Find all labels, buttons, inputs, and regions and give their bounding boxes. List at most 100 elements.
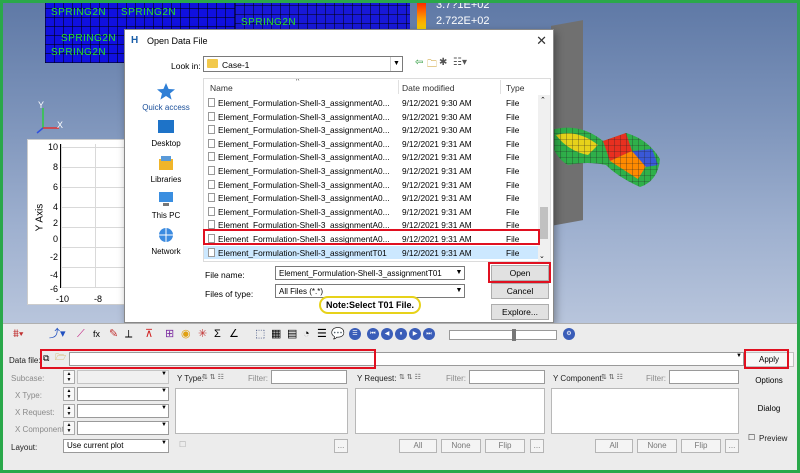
place-network[interactable]: Network (132, 226, 200, 256)
place-libraries[interactable]: Libraries (132, 154, 200, 184)
scroll-up-icon[interactable]: ⌃ (540, 96, 546, 104)
x-type-spinner[interactable]: ▲ ▼ (63, 387, 75, 401)
plot-type-icon[interactable]: ⩩▾ (13, 328, 24, 340)
tile-icon[interactable]: ▦ (271, 328, 281, 340)
column-date-header[interactable]: Date modified (402, 83, 454, 93)
highlight-data-file (40, 349, 376, 369)
x-request-select[interactable]: ▼ (77, 404, 169, 418)
y-request-none-button[interactable]: None (441, 439, 481, 453)
curve-icon[interactable]: ⤴▾ (49, 328, 66, 340)
file-name-input[interactable]: Element_Formulation-Shell-3_assignmentT0… (275, 266, 465, 280)
menu-circle-icon[interactable]: ☰ (349, 328, 361, 340)
x-type-select[interactable]: ▼ (77, 387, 169, 401)
chevron-down-icon[interactable]: ▼ (454, 285, 464, 297)
animation-slider[interactable] (449, 329, 557, 341)
color-wheel-icon[interactable]: ◉ (181, 328, 191, 340)
first-frame-icon[interactable]: ⏮ (367, 328, 379, 340)
chart-icon[interactable]: ◔ (303, 328, 310, 340)
file-row[interactable]: Element_Formulation-Shell-3_assignmentA0… (204, 137, 538, 151)
sum-icon[interactable]: Σ (214, 328, 221, 340)
file-row[interactable]: Element_Formulation-Shell-3_assignmentA0… (204, 123, 538, 137)
y-component-none-button[interactable]: None (637, 439, 677, 453)
y-component-flip-button[interactable]: Flip (681, 439, 721, 453)
sort-icons[interactable]: ⇅ ⇅ ☷ (399, 373, 421, 381)
table-icon[interactable]: ▤ (287, 328, 297, 340)
file-row[interactable]: Element_Formulation-Shell-3_assignmentA0… (204, 205, 538, 219)
y-component-filter-input[interactable] (669, 370, 739, 384)
notes-icon[interactable]: ⊼ (145, 328, 153, 340)
y-tick-label: -2 (49, 252, 58, 262)
pause-icon[interactable]: ⏸ (395, 328, 407, 340)
view-menu-icon[interactable]: ☷▾ (453, 57, 467, 68)
legend-icon[interactable]: ☰ (317, 328, 327, 340)
edit-curves-icon[interactable]: ✎ (109, 328, 118, 340)
file-row[interactable]: Element_Formulation-Shell-3_assignmentA0… (204, 96, 538, 110)
play-icon[interactable]: ▶ (409, 328, 421, 340)
file-row[interactable]: Element_Formulation-Shell-3_assignmentA0… (204, 164, 538, 178)
y-request-filter-input[interactable] (469, 370, 545, 384)
y-component-more-button[interactable]: ... (725, 439, 739, 453)
measure-icon[interactable]: ∠ (229, 328, 239, 340)
place-quick-access[interactable]: Quick access (132, 82, 200, 112)
scroll-down-icon[interactable]: ⌄ (539, 252, 545, 260)
file-name: Element_Formulation-Shell-3_assignmentT0… (218, 247, 387, 258)
math-icon[interactable]: fx (93, 328, 100, 340)
y-type-list[interactable] (175, 388, 348, 434)
y-request-list[interactable] (355, 388, 545, 434)
libraries-icon (159, 156, 173, 170)
new-folder-icon[interactable]: ✱ (439, 57, 447, 68)
y-type-more-button[interactable]: ... (334, 439, 348, 453)
preview-checkbox[interactable]: ☐ (748, 433, 755, 442)
file-row[interactable]: Element_Formulation-Shell-3_assignmentA0… (204, 150, 538, 164)
step-back-icon[interactable]: ◀ (381, 328, 393, 340)
layout-select[interactable]: Use current plot ▼ (63, 439, 169, 453)
chevron-down-icon[interactable]: ▼ (454, 267, 464, 279)
file-type: File (506, 152, 520, 163)
y-request-filter-label: Filter: (446, 374, 466, 383)
place-this-pc[interactable]: This PC (132, 190, 200, 220)
animation-settings-icon[interactable]: ⚙ (563, 328, 575, 340)
explore-button[interactable]: Explore... (491, 304, 549, 320)
file-row[interactable]: Element_Formulation-Shell-3_assignmentA0… (204, 191, 538, 205)
back-icon[interactable]: ⇦ (415, 57, 423, 68)
window-icon[interactable]: ⬚ (255, 328, 265, 340)
y-component-all-button[interactable]: All (595, 439, 633, 453)
column-name-header[interactable]: Name (210, 83, 233, 93)
y-request-more-button[interactable]: ... (530, 439, 544, 453)
up-folder-icon[interactable]: 🗀 (427, 57, 437, 74)
comment-icon[interactable]: 💬 (331, 328, 345, 340)
y-type-checkbox[interactable]: ☐ (179, 440, 186, 449)
cancel-button[interactable]: Cancel (491, 283, 549, 299)
file-icon (208, 125, 215, 135)
sort-icons[interactable]: ⇅ ⇅ ☷ (202, 373, 224, 381)
axes-icon[interactable]: ⊞ (165, 328, 174, 340)
y-request-flip-button[interactable]: Flip (485, 439, 525, 453)
build-plots-icon[interactable]: ⟋ (77, 328, 85, 340)
close-icon[interactable]: ✕ (536, 33, 547, 49)
subcase-label: Subcase: (11, 374, 45, 383)
y-request-all-button[interactable]: All (399, 439, 437, 453)
curve-attributes-icon[interactable]: ⟂ (125, 328, 132, 340)
x-request-spinner[interactable]: ▲ ▼ (63, 404, 75, 418)
column-type-header[interactable]: Type (506, 83, 524, 93)
file-row[interactable]: Element_Formulation-Shell-3_assignmentA0… (204, 110, 538, 124)
plot-toolbar: ⩩▾ ⤴▾ ⟋ fx ✎ ⟂ ⊼ ⊞ ◉ ✳ Σ ∠ ⬚ ▦ ▤ ◔ ☰ 💬 ☰… (3, 323, 797, 345)
x-component-select[interactable]: ▼ (77, 421, 169, 435)
datum-icon[interactable]: ✳ (198, 328, 207, 340)
file-row[interactable]: Element_Formulation-Shell-3_assignmentT0… (204, 245, 538, 260)
place-desktop[interactable]: Desktop (132, 118, 200, 148)
x-component-spinner[interactable]: ▲ ▼ (63, 421, 75, 435)
y-component-list[interactable] (551, 388, 739, 434)
subcase-select[interactable]: ▼ (77, 370, 169, 384)
file-row[interactable]: Element_Formulation-Shell-3_assignmentA0… (204, 178, 538, 192)
y-type-filter-input[interactable] (271, 370, 347, 384)
sort-icons[interactable]: ⇅ ⇅ ☷ (601, 373, 623, 381)
last-frame-icon[interactable]: ⏭ (423, 328, 435, 340)
subcase-spinner[interactable]: ▲ ▼ (63, 370, 75, 384)
slider-knob[interactable] (512, 329, 516, 341)
options-button[interactable]: Options (744, 374, 794, 389)
dialog-title-bar[interactable]: H Open Data File ✕ (125, 30, 553, 52)
look-in-select[interactable]: Case-1 ▼ (203, 56, 403, 72)
scroll-thumb[interactable] (540, 207, 548, 239)
dialog-button[interactable]: Dialog (744, 402, 794, 417)
